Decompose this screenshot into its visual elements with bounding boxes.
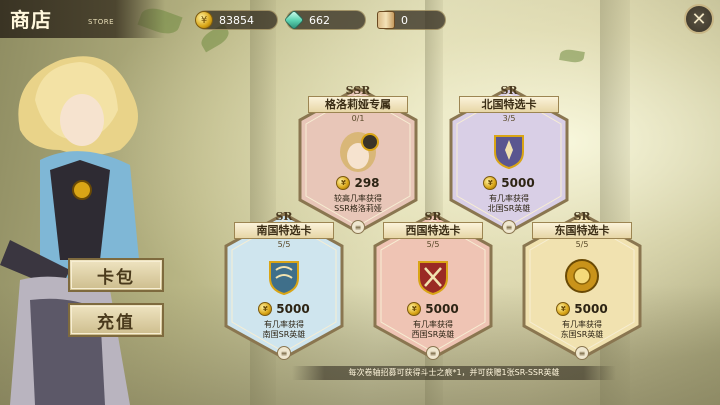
card-description: 有几率获得 南国SR英雄 — [218, 320, 350, 340]
info-button[interactable]: ≡ — [426, 346, 440, 360]
south-crest-icon — [269, 261, 299, 296]
title-plate: 商店 STORE — [0, 0, 165, 38]
card-desc-line1: 有几率获得 — [489, 194, 529, 203]
info-button[interactable]: ≡ — [277, 346, 291, 360]
card-name: 东国特选卡 — [532, 222, 632, 239]
card-description: 有几率获得 西国SR英雄 — [367, 320, 499, 340]
green-gem-icon — [283, 9, 305, 31]
card-desc-line1: 较高几率获得 — [334, 194, 382, 203]
north-crest-icon — [494, 135, 524, 170]
gem-amount: 662 — [309, 13, 330, 27]
card-count: 5/5 — [575, 240, 589, 249]
info-button[interactable]: ≡ — [502, 220, 516, 234]
card-desc-line2: 西国SR英雄 — [411, 330, 455, 339]
east-crest-icon — [565, 259, 599, 293]
gold-coin-icon: ¥ — [483, 176, 498, 190]
price-value: 5000 — [276, 302, 310, 316]
card-desc-line2: 东国SR英雄 — [560, 330, 604, 339]
gold-coin-icon: ¥ — [195, 11, 213, 29]
hero-character-illustration — [0, 56, 140, 405]
top-bar: 商店 STORE ¥ 83854 662 0 ✕ — [0, 0, 720, 40]
card-price: ¥ 5000 — [218, 302, 350, 316]
card-price: ¥ 5000 — [516, 302, 648, 316]
card-west-select[interactable]: SR 西国特选卡 5/5 ¥ 5000 有几率获得 西国SR英雄 ≡ — [367, 210, 499, 362]
footer-note: 每次卷轴招募可获得斗士之痕*1，并可获赠1张SR-SSR英雄 — [292, 366, 616, 380]
card-name: 西国特选卡 — [383, 222, 483, 239]
list-icon: ≡ — [280, 348, 288, 358]
info-button[interactable]: ≡ — [351, 220, 365, 234]
card-south-select[interactable]: SR 南国特选卡 5/5 ¥ 5000 有几率获得 南国SR英雄 ≡ — [218, 210, 350, 362]
price-value: 5000 — [501, 176, 535, 190]
card-desc-line1: 有几率获得 — [562, 320, 602, 329]
gold-amount: 83854 — [219, 13, 254, 27]
info-button[interactable]: ≡ — [575, 346, 589, 360]
card-name: 格洛莉娅专属 — [308, 96, 408, 113]
card-price: ¥ 5000 — [367, 302, 499, 316]
west-crest-icon — [418, 261, 448, 296]
close-button[interactable]: ✕ — [684, 4, 714, 34]
page-title: 商店 — [10, 8, 52, 32]
card-count: 5/5 — [426, 240, 440, 249]
card-east-select[interactable]: SR 东国特选卡 5/5 ¥ 5000 有几率获得 东国SR英雄 ≡ — [516, 210, 648, 362]
card-count: 3/5 — [502, 114, 516, 123]
price-value: 298 — [354, 176, 380, 190]
list-icon: ≡ — [429, 348, 437, 358]
card-desc-line2: 南国SR英雄 — [262, 330, 306, 339]
gold-coin-icon: ¥ — [258, 302, 273, 316]
close-icon: ✕ — [691, 8, 707, 30]
recharge-button[interactable]: 充值 — [68, 303, 164, 337]
gold-coin-icon: ¥ — [556, 302, 571, 316]
card-count: 5/5 — [277, 240, 291, 249]
list-icon: ≡ — [505, 222, 513, 232]
card-desc-line1: 有几率获得 — [413, 320, 453, 329]
list-icon: ≡ — [354, 222, 362, 232]
card-pack-button[interactable]: 卡包 — [68, 258, 164, 292]
gem-currency[interactable]: 662 — [283, 9, 366, 31]
card-price: ¥ 298 — [292, 176, 424, 190]
gold-coin-icon: ¥ — [336, 176, 351, 190]
card-desc-line1: 有几率获得 — [264, 320, 304, 329]
list-icon: ≡ — [578, 348, 586, 358]
scroll-amount: 0 — [401, 13, 408, 27]
card-price: ¥ 5000 — [443, 176, 575, 190]
card-name: 南国特选卡 — [234, 222, 334, 239]
character-portrait-icon — [340, 132, 379, 172]
scroll-icon — [377, 11, 395, 29]
card-count: 0/1 — [351, 114, 365, 123]
page-subtitle: STORE — [88, 18, 115, 26]
scroll-currency[interactable]: 0 — [377, 10, 446, 30]
card-description: 有几率获得 东国SR英雄 — [516, 320, 648, 340]
gold-currency[interactable]: ¥ 83854 — [195, 10, 278, 30]
gold-coin-icon: ¥ — [407, 302, 422, 316]
price-value: 5000 — [574, 302, 608, 316]
price-value: 5000 — [425, 302, 459, 316]
card-name: 北国特选卡 — [459, 96, 559, 113]
